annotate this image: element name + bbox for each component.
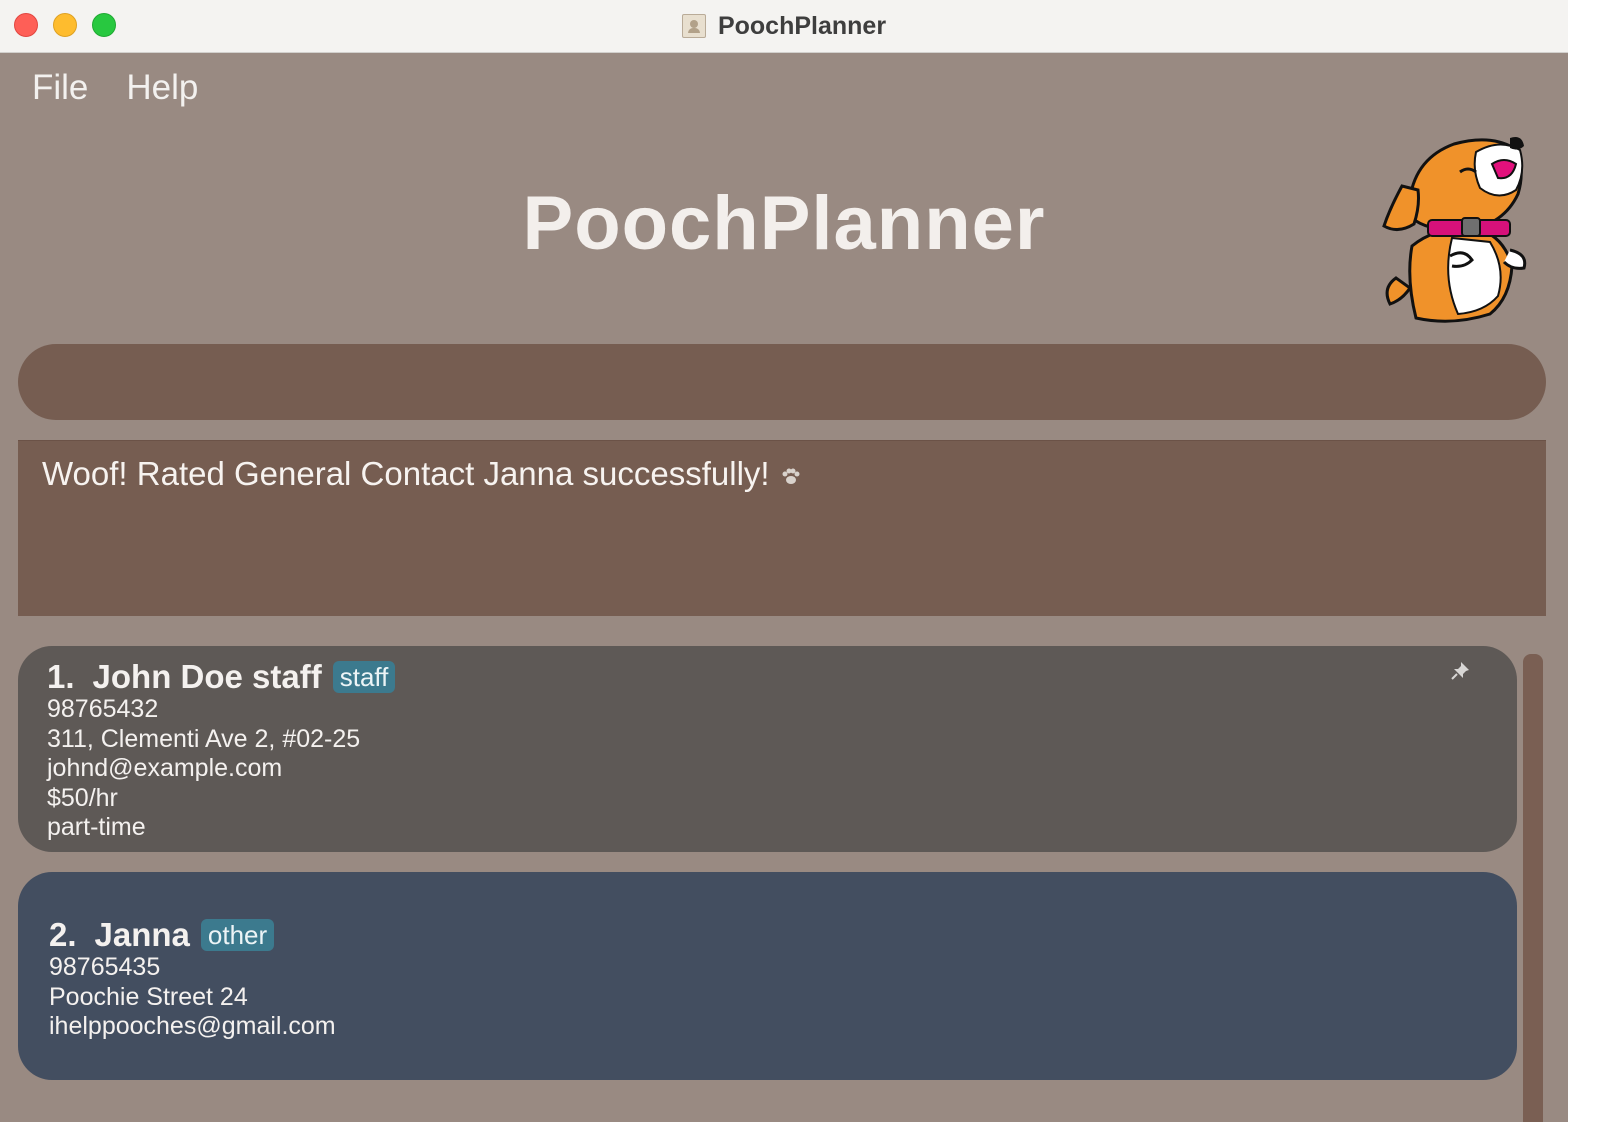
contact-header: 2. Janna other: [49, 916, 275, 954]
contact-card[interactable]: 1. John Doe staff staff 98765432 311, Cl…: [18, 646, 1517, 852]
contact-fields: 98765432 311, Clementi Ave 2, #02-25 joh…: [47, 695, 360, 843]
contact-phone: 98765435: [49, 953, 161, 981]
pin-icon: [1451, 662, 1469, 680]
list-scrollbar[interactable]: [1523, 654, 1543, 1122]
contact-tag: staff: [332, 661, 396, 693]
app-window: PoochPlanner File Help PoochPlanner Woof…: [0, 0, 1568, 1122]
window-title-group: PoochPlanner: [0, 0, 1568, 52]
contact-phone: 98765432: [47, 695, 159, 723]
contact-index: 2.: [49, 916, 77, 953]
title-bar: PoochPlanner: [0, 0, 1568, 53]
menu-file[interactable]: File: [32, 68, 88, 108]
contact-address: 311, Clementi Ave 2, #02-25: [47, 724, 361, 753]
contact-email: johnd@example.com: [47, 754, 283, 783]
paw-icon: [782, 468, 800, 484]
contact-card[interactable]: 2. Janna other 98765435 Poochie Street 2…: [18, 872, 1517, 1080]
screen-edge: [1568, 0, 1598, 1122]
result-message: Woof! Rated General Contact Janna succes…: [42, 455, 770, 492]
dog-mascot-icon: [1382, 137, 1527, 323]
contact-list[interactable]: 1. John Doe staff staff 98765432 311, Cl…: [0, 646, 1568, 1122]
app-icon: [681, 14, 706, 38]
contact-fields: 98765435 Poochie Street 24 ihelppooches@…: [49, 953, 336, 1042]
app-title: PoochPlanner: [522, 181, 1046, 266]
contact-header: 1. John Doe staff staff: [47, 658, 396, 696]
contact-employment: part-time: [47, 813, 146, 842]
contact-email: ihelppooches@gmail.com: [49, 1012, 336, 1041]
contact-index: 1.: [47, 658, 75, 695]
command-input[interactable]: [18, 344, 1546, 420]
contact-tag: other: [200, 919, 275, 951]
result-display: Woof! Rated General Contact Janna succes…: [18, 440, 1546, 616]
menu-bar: File Help: [0, 53, 204, 123]
contact-address: Poochie Street 24: [49, 982, 248, 1011]
contact-salary: $50/hr: [47, 783, 118, 812]
contact-name: John Doe staff: [92, 658, 322, 695]
contact-name: Janna: [94, 916, 190, 953]
menu-help[interactable]: Help: [126, 68, 198, 108]
window-title: PoochPlanner: [717, 11, 887, 40]
result-message-row: Woof! Rated General Contact Janna succes…: [42, 455, 802, 493]
